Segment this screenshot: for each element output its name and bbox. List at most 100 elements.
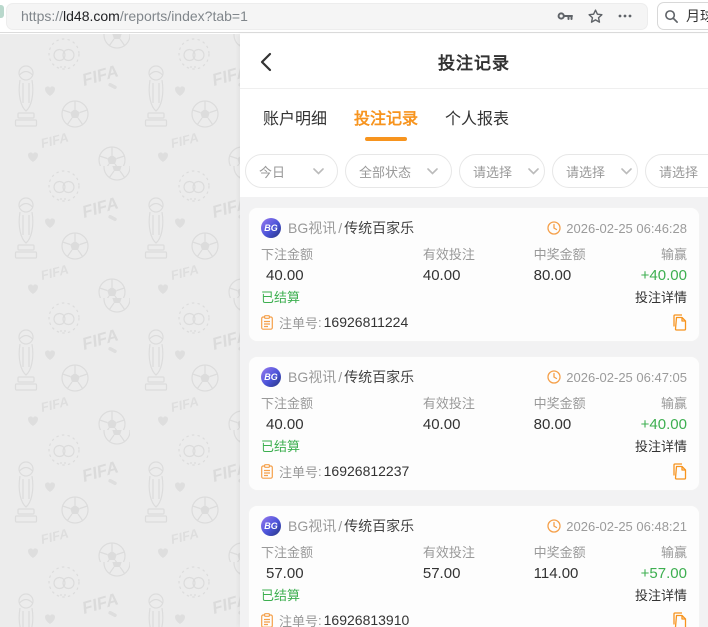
filter-bar: 今日 全部状态 请选择 请选择 请选择	[240, 145, 708, 197]
tab-label: 账户明细	[263, 111, 328, 128]
provider-info: BG BG视讯 / 传统百家乐	[261, 218, 414, 238]
address-bar[interactable]: https://ld48.com/reports/index?tab=1	[6, 2, 648, 30]
chevron-left-icon	[260, 52, 272, 72]
bet-detail-link[interactable]: 投注详情	[635, 287, 687, 306]
fifa-watermark-pattern: FIFA FIFA	[0, 34, 240, 627]
label-win-amount: 中奖金额	[533, 396, 586, 411]
copy-icon[interactable]	[672, 462, 687, 480]
report-panel: 投注记录 账户明细 投注记录 个人报表 今日 全部状态 请选择 请选择 请选择 …	[240, 34, 708, 627]
browser-bar: https://ld48.com/reports/index?tab=1 月球	[0, 0, 708, 33]
filter-value: 今日	[259, 164, 286, 180]
column-values: 40.00 40.00 80.00 +40.00	[261, 267, 687, 284]
tab-bet-records[interactable]: 投注记录	[354, 89, 418, 145]
url-path: /reports/index?tab=1	[119, 8, 248, 24]
bet-amount-value: 40.00	[266, 267, 304, 284]
timestamp-text: 2026-02-25 06:46:28	[566, 220, 687, 236]
filter-select4-dropdown[interactable]: 请选择	[552, 154, 638, 188]
label-win-loss: 输赢	[660, 247, 687, 262]
copy-icon[interactable]	[672, 611, 687, 627]
order-number: 注单号 : 16926811224	[261, 313, 408, 332]
label-valid-bet: 有效投注	[422, 247, 475, 262]
tab-personal-report[interactable]: 个人报表	[445, 89, 509, 145]
timestamp-text: 2026-02-25 06:47:05	[566, 369, 687, 385]
record-timestamp: 2026-02-25 06:46:28	[547, 221, 687, 236]
filter-value: 请选择	[566, 164, 606, 180]
url-domain: ld48.com	[63, 8, 120, 24]
column-labels: 下注金额 有效投注 中奖金额 输赢	[261, 244, 687, 263]
tab-account-detail[interactable]: 账户明细	[263, 89, 327, 145]
provider-name: BG视讯	[288, 518, 337, 534]
order-no-value: 16926812237	[323, 463, 410, 479]
search-icon	[665, 9, 678, 23]
url-text[interactable]: https://ld48.com/reports/index?tab=1	[21, 8, 547, 24]
page: FIFA FIFA	[0, 34, 708, 627]
clipboard-icon	[261, 314, 273, 330]
favicon-partial-icon	[0, 5, 4, 18]
bet-detail-link[interactable]: 投注详情	[635, 585, 687, 604]
valid-bet-value: 40.00	[422, 267, 461, 284]
search-query: 月球	[686, 8, 708, 24]
order-no-value: 16926813910	[323, 612, 410, 627]
copy-icon[interactable]	[672, 313, 687, 331]
status-badge: 已结算	[261, 439, 301, 454]
bet-detail-link[interactable]: 投注详情	[635, 436, 687, 455]
game-name: 传统百家乐	[344, 220, 415, 236]
star-icon[interactable]	[583, 4, 607, 28]
status-badge: 已结算	[261, 588, 301, 603]
filter-value: 请选择	[659, 164, 699, 180]
more-menu-icon[interactable]	[613, 4, 637, 28]
record-timestamp: 2026-02-25 06:47:05	[547, 370, 687, 385]
records-list: BG BG视讯 / 传统百家乐 2026-02-25 06:46:28 下注金额…	[240, 197, 708, 627]
order-no-value: 16926811224	[323, 314, 409, 330]
back-button[interactable]	[260, 50, 284, 74]
valid-bet-value: 57.00	[422, 565, 461, 582]
label-win-amount: 中奖金额	[533, 247, 586, 262]
clipboard-icon	[261, 463, 273, 479]
win-amount-value: 80.00	[533, 416, 572, 433]
chevron-down-icon	[621, 167, 632, 175]
win-amount-value: 80.00	[533, 267, 572, 284]
label-valid-bet: 有效投注	[422, 545, 475, 560]
provider-name: BG视讯	[288, 369, 337, 385]
separator: /	[338, 369, 343, 385]
separator: /	[338, 220, 343, 236]
label-win-amount: 中奖金额	[533, 545, 586, 560]
order-colon: :	[318, 612, 322, 627]
bet-amount-value: 40.00	[266, 416, 304, 433]
bet-record-card: BG BG视讯 / 传统百家乐 2026-02-25 06:47:05 下注金额…	[248, 356, 700, 491]
clock-icon	[547, 519, 561, 533]
filter-status-dropdown[interactable]: 全部状态	[345, 154, 452, 188]
order-number: 注单号 : 16926812237	[261, 462, 409, 481]
order-number: 注单号 : 16926813910	[261, 611, 409, 627]
tab-label: 投注记录	[354, 111, 419, 128]
game-name: 传统百家乐	[344, 518, 415, 534]
filter-value: 全部状态	[359, 164, 412, 180]
order-label: 注单号	[279, 613, 319, 627]
tab-search-box[interactable]: 月球	[657, 2, 708, 30]
win-amount-value: 114.00	[533, 565, 579, 582]
order-colon: :	[318, 463, 322, 479]
separator: /	[338, 518, 343, 534]
game-name: 传统百家乐	[344, 369, 415, 385]
column-labels: 下注金额 有效投注 中奖金额 输赢	[261, 542, 687, 561]
filter-select5-dropdown[interactable]: 请选择	[645, 154, 708, 188]
provider-info: BG BG视讯 / 传统百家乐	[261, 367, 414, 387]
filter-select3-dropdown[interactable]: 请选择	[459, 154, 545, 188]
column-values: 57.00 57.00 114.00 +57.00	[261, 565, 687, 582]
win-loss-value: +40.00	[640, 416, 687, 433]
filter-date-dropdown[interactable]: 今日	[245, 154, 338, 188]
bet-record-card: BG BG视讯 / 传统百家乐 2026-02-25 06:46:28 下注金额…	[248, 207, 700, 342]
column-labels: 下注金额 有效投注 中奖金额 输赢	[261, 393, 687, 412]
bg-logo-icon: BG	[261, 367, 281, 387]
clock-icon	[547, 221, 561, 235]
label-win-loss: 输赢	[660, 396, 687, 411]
bet-amount-value: 57.00	[266, 565, 304, 582]
url-scheme: https://	[21, 8, 64, 24]
order-colon: :	[318, 314, 322, 330]
record-timestamp: 2026-02-25 06:48:21	[547, 519, 687, 534]
key-icon[interactable]	[553, 4, 577, 28]
provider-info: BG BG视讯 / 传统百家乐	[261, 516, 414, 536]
chevron-down-icon	[528, 167, 539, 175]
clock-icon	[547, 370, 561, 384]
tab-bar: 账户明细 投注记录 个人报表	[240, 89, 708, 145]
